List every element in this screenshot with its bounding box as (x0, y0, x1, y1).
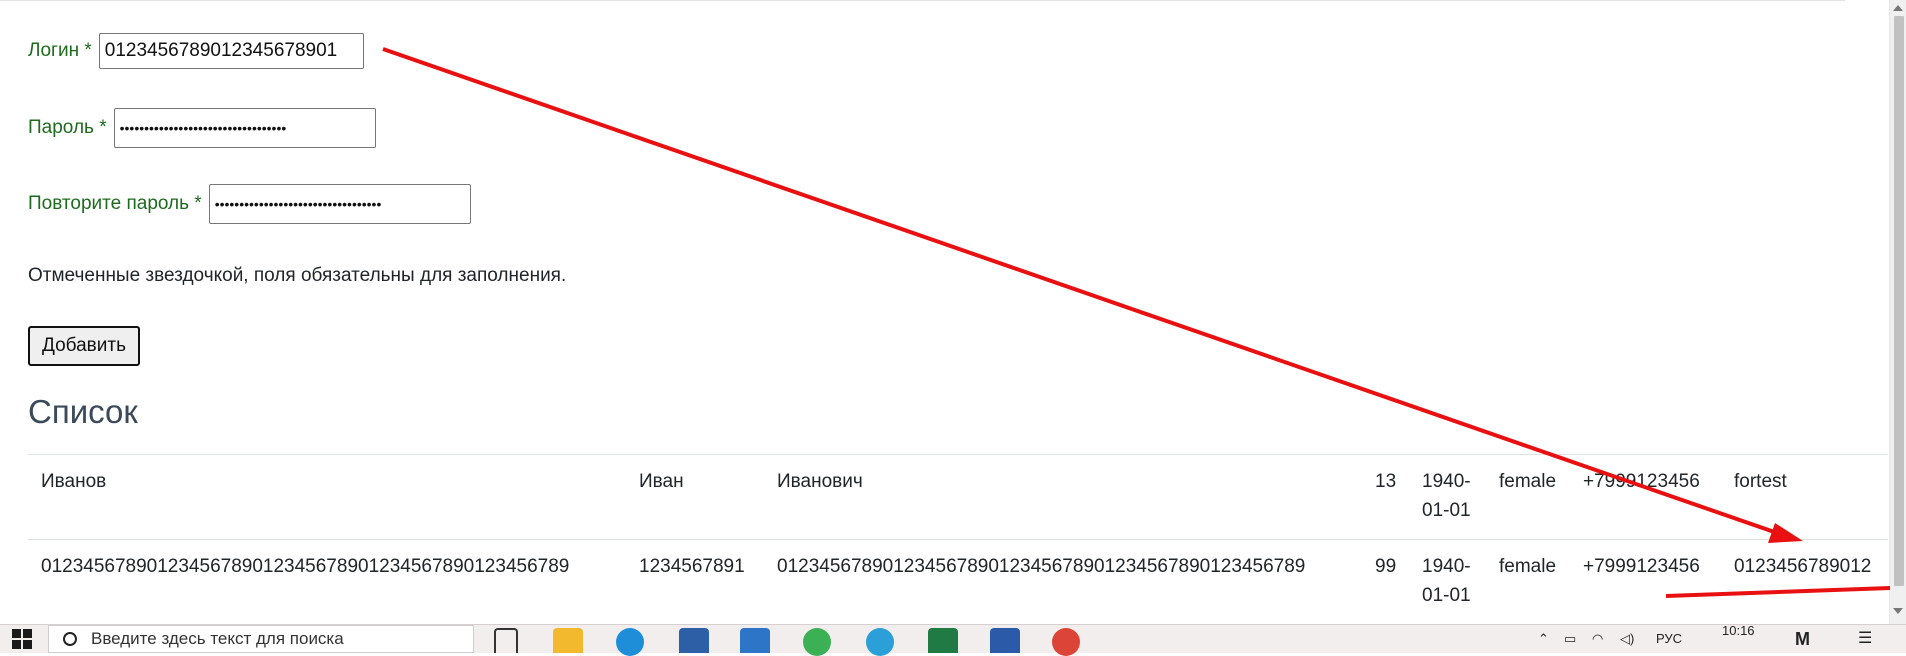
windows-logo-icon (12, 629, 32, 649)
login-field-group: Логин * 0123456789012345678901 (28, 33, 364, 69)
cell-last-name: Иванов (41, 471, 107, 492)
list-heading: Список (28, 393, 138, 430)
cell-phone: +7999123456 (1583, 471, 1700, 492)
table-row: 0123456789012345678901234567890123456789… (28, 539, 1888, 624)
cell-middle-name: 0123456789012345678901234567890123456789… (777, 556, 1306, 577)
repeat-password-input[interactable]: •••••••••••••••••••••••••••••••••• (208, 184, 471, 224)
cell-first-name: 1234567891 (639, 556, 745, 577)
word-icon[interactable] (990, 628, 1020, 653)
vertical-scrollbar[interactable] (1889, 0, 1906, 624)
password-label: Пароль * (28, 117, 107, 138)
cell-login: fortest (1734, 471, 1787, 492)
cell-age: 99 (1375, 556, 1397, 577)
scroll-thumb[interactable] (1894, 16, 1904, 586)
list-table: Иванов Иван Иванович 13 1940- 01-01 fema… (28, 454, 1888, 624)
scroll-down-arrow-icon[interactable] (1893, 608, 1903, 614)
language-indicator[interactable]: РУС (1656, 625, 1682, 653)
add-button[interactable]: Добавить (28, 326, 140, 366)
required-note: Отмеченные звездочкой, поля обязательны … (28, 265, 567, 286)
login-label: Логин * (28, 40, 92, 61)
cell-birth-date-rest: 01-01 (1422, 500, 1471, 521)
cell-middle-name: Иванович (777, 471, 863, 492)
table-row: Иванов Иван Иванович 13 1940- 01-01 fema… (28, 454, 1888, 539)
wifi-icon[interactable]: ◠ (1592, 625, 1603, 653)
repeat-password-label: Повторите пароль * (28, 193, 202, 214)
cell-birth-date-rest: 01-01 (1422, 585, 1471, 606)
cell-phone: +7999123456 (1583, 556, 1700, 577)
volume-icon[interactable]: ◁) (1620, 625, 1634, 653)
top-divider (0, 0, 1845, 1)
cell-gender: female (1499, 471, 1557, 492)
taskbar: Введите здесь текст для поиска ⌃ ▭ ◠ ◁) … (0, 623, 1906, 656)
search-icon (63, 632, 77, 646)
taskbar-search-placeholder: Введите здесь текст для поиска (91, 629, 344, 648)
password-field-group: Пароль * •••••••••••••••••••••••••••••••… (28, 108, 376, 148)
battery-icon[interactable]: ▭ (1564, 625, 1576, 653)
cell-birth-date-year: 1940- (1422, 556, 1471, 577)
clock[interactable]: 10:16 (1722, 617, 1755, 645)
cell-first-name: Иван (639, 471, 684, 492)
cell-birth-date-year: 1940- (1422, 471, 1471, 492)
cell-last-name: 0123456789012345678901234567890123456789… (41, 556, 570, 577)
excel-icon[interactable] (928, 628, 958, 653)
notifications-icon[interactable]: ☰ (1858, 625, 1872, 653)
store-icon[interactable] (679, 628, 709, 653)
start-button[interactable] (0, 625, 44, 653)
repeat-password-field-group: Повторите пароль * •••••••••••••••••••••… (28, 184, 471, 224)
task-view-icon[interactable] (494, 628, 518, 653)
app-tray-icon[interactable]: M (1795, 625, 1810, 653)
cell-login: 0123456789012 (1734, 556, 1872, 577)
scroll-up-arrow-icon[interactable] (1893, 5, 1903, 11)
login-input[interactable]: 0123456789012345678901 (98, 33, 364, 69)
cell-gender: female (1499, 556, 1557, 577)
password-input[interactable]: •••••••••••••••••••••••••••••••••• (113, 108, 376, 148)
mail-icon[interactable] (740, 628, 770, 653)
cell-age: 13 (1375, 471, 1397, 492)
chevron-up-icon[interactable]: ⌃ (1538, 625, 1549, 653)
taskbar-search[interactable]: Введите здесь текст для поиска (48, 625, 474, 653)
file-explorer-icon[interactable] (553, 628, 583, 653)
